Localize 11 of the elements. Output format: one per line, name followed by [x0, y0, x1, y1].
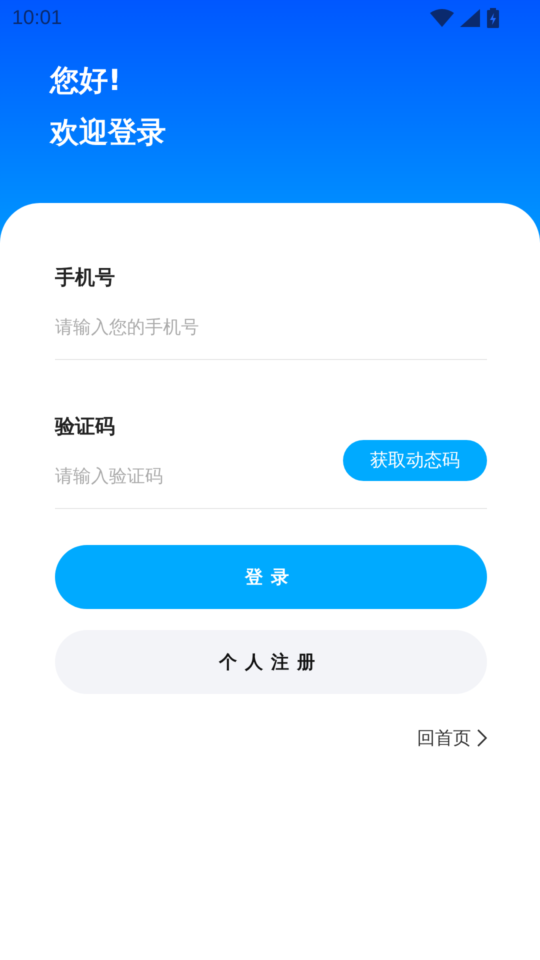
greeting-text: 您好! [50, 62, 122, 99]
field-label: 手机号 [55, 264, 116, 291]
wifi-icon [430, 9, 454, 27]
welcome-title: 欢迎登录 [50, 114, 167, 151]
home-link[interactable]: 回首页 [417, 726, 487, 750]
chevron-right-icon [477, 729, 487, 747]
signal-icon [460, 9, 480, 27]
battery-icon [486, 8, 500, 28]
field-label: 验证码 [55, 413, 116, 440]
register-button[interactable]: 个人注册 [55, 630, 487, 694]
status-time: 10:01 [12, 6, 62, 30]
